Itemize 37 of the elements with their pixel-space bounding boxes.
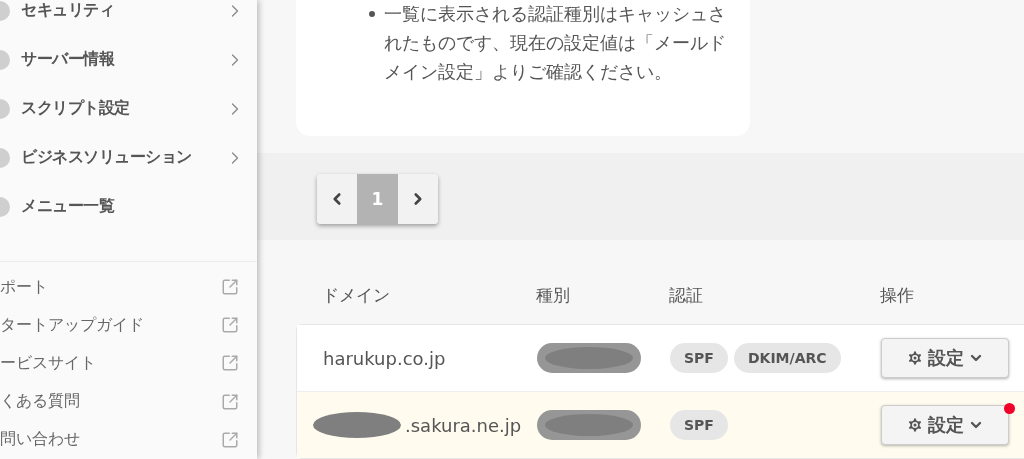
previous-page-button[interactable] bbox=[317, 174, 357, 224]
sidebar-item[interactable]: スクリプト設定 bbox=[0, 84, 257, 133]
auth-tag: SPF bbox=[670, 343, 728, 373]
sidebar-item[interactable]: メニュー一覧 bbox=[0, 182, 257, 231]
sidebar-item-label: ビジネスソリューション bbox=[21, 147, 193, 168]
domain-name: harukup.co.jp bbox=[323, 347, 446, 369]
sidebar-item[interactable]: セキュリティ bbox=[0, 0, 257, 35]
column-header: ドメイン bbox=[321, 283, 391, 307]
sidebar-link[interactable]: タートアップガイド bbox=[0, 314, 221, 336]
next-page-button[interactable] bbox=[398, 174, 438, 224]
external-link-icon bbox=[221, 316, 239, 335]
sidebar-link[interactable]: ービスサイト bbox=[0, 352, 221, 374]
sidebar-item-label: サーバー情報 bbox=[21, 49, 116, 70]
sidebar-item-label: メニュー一覧 bbox=[21, 196, 116, 217]
bullet-icon bbox=[369, 11, 375, 17]
sidebar-item-label: スクリプト設定 bbox=[21, 98, 131, 119]
gear-icon bbox=[906, 349, 924, 367]
column-header: 種別 bbox=[536, 283, 571, 307]
settings-dropdown-button[interactable]: 設定 bbox=[881, 338, 1009, 378]
sidebar-link[interactable]: くある質問 bbox=[0, 391, 221, 413]
settings-dropdown-button[interactable]: 設定 bbox=[881, 405, 1009, 445]
sidebar-item[interactable]: サーバー情報 bbox=[0, 35, 257, 84]
auth-tag: SPF bbox=[670, 410, 728, 440]
domain-name: .sakura.ne.jp bbox=[405, 414, 522, 436]
notice-text: 一覧に表示される認証種別はキャッシュされたものです、現在の設定値は「メールドメイン設定」よりご確認ください。 bbox=[384, 2, 727, 84]
external-link-icon bbox=[221, 354, 239, 373]
column-header: 操作 bbox=[880, 283, 915, 307]
sidebar-link[interactable]: ポート bbox=[0, 276, 221, 298]
external-link-icon bbox=[221, 392, 239, 411]
sidebar-link[interactable]: 問い合わせ bbox=[0, 429, 221, 451]
gear-icon bbox=[906, 416, 924, 434]
sidebar-item-label: セキュリティ bbox=[21, 0, 115, 21]
external-link-icon bbox=[221, 278, 239, 296]
auth-tag: DKIM/ARC bbox=[733, 343, 841, 373]
column-header: 認証 bbox=[669, 283, 704, 307]
external-link-icon bbox=[221, 430, 239, 449]
sidebar-item[interactable]: ビジネスソリューション bbox=[0, 133, 257, 182]
